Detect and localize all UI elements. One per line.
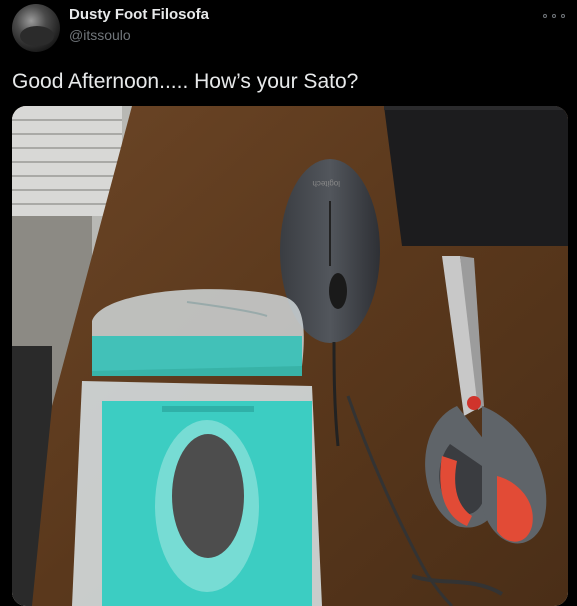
tweet-header: Dusty Foot Filosofa @itssoulo (0, 0, 577, 60)
profile-avatar[interactable] (12, 4, 60, 52)
more-options-icon[interactable] (543, 8, 565, 24)
tweet-photo[interactable]: logitech (12, 106, 568, 606)
svg-text:logitech: logitech (312, 179, 340, 188)
user-handle[interactable]: @itssoulo (69, 27, 131, 43)
tweet-text: Good Afternoon..... How’s your Sato? (12, 70, 359, 93)
display-name[interactable]: Dusty Foot Filosofa (69, 6, 209, 23)
photo-illustration: logitech (12, 106, 568, 606)
